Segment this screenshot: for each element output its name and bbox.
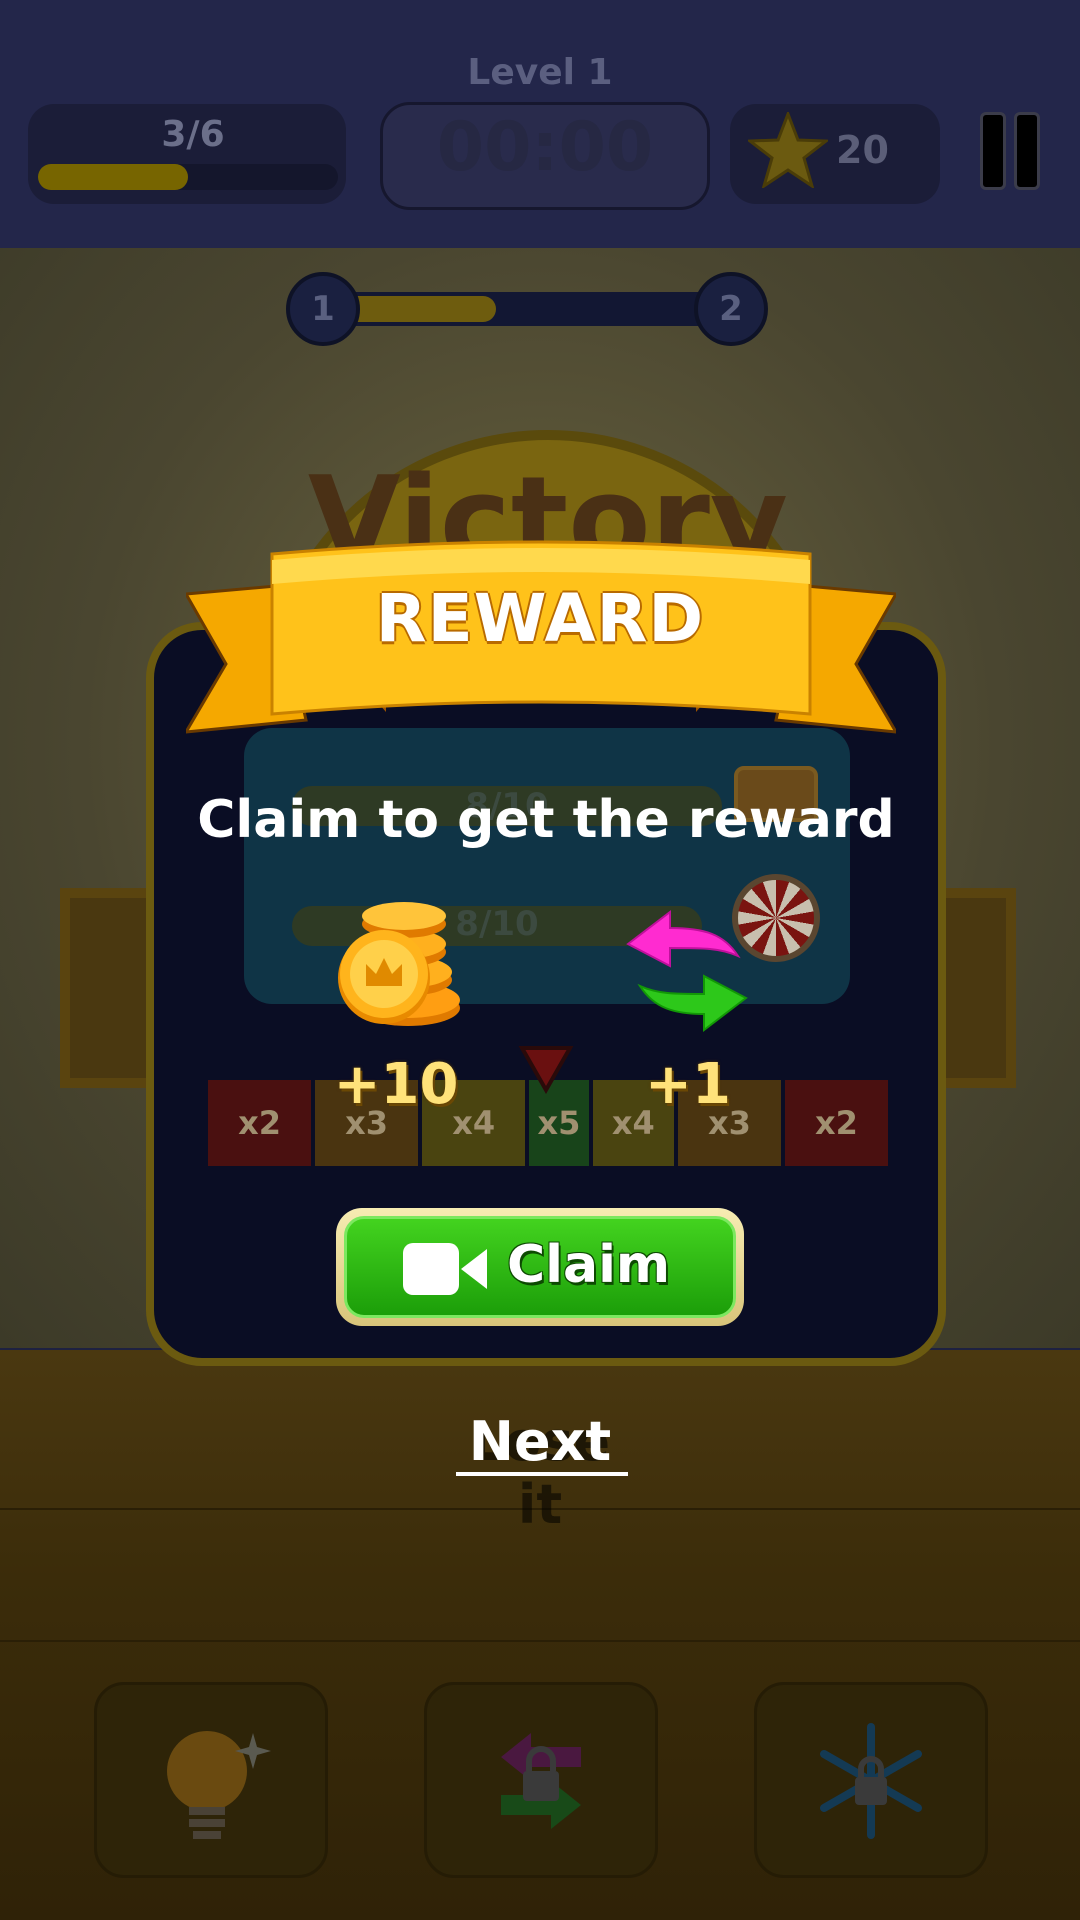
claim-button-face: Claim: [344, 1216, 736, 1318]
timer: 00:00: [436, 108, 654, 187]
plank-line: [0, 1640, 1080, 1642]
pause-bar-right: [1014, 112, 1040, 190]
pause-bar-left: [980, 112, 1006, 190]
tool-slot-hint[interactable]: [94, 1682, 328, 1878]
next-link[interactable]: Next: [440, 1410, 640, 1473]
multiplier-cell: x2: [208, 1080, 312, 1166]
lightbulb-icon: [167, 1731, 271, 1839]
swap-arrows-icon: [624, 908, 754, 1036]
swap-lock-icon: [501, 1733, 581, 1829]
stage-node-end: 2: [694, 272, 768, 346]
video-camera-icon: [403, 1243, 487, 1295]
claim-button[interactable]: Claim: [336, 1208, 744, 1326]
claim-label: Claim: [507, 1235, 671, 1295]
stage-node-start: 1: [286, 272, 360, 346]
coin-stack-icon: [310, 900, 470, 1034]
reward-subtitle: Claim to get the reward: [197, 790, 895, 850]
tool-slot-swap[interactable]: [424, 1682, 658, 1878]
multiplier-pointer-icon: [518, 1044, 574, 1098]
star-count: 20: [836, 128, 889, 172]
star-icon: [745, 109, 831, 192]
pause-button[interactable]: [980, 112, 1040, 190]
snowflake-lock-icon: [820, 1723, 922, 1839]
reward-title: REWARD: [375, 580, 705, 657]
coin-reward-amount: +10: [333, 1052, 459, 1117]
tool-slot-freeze[interactable]: [754, 1682, 988, 1878]
level-progress-fill: [38, 164, 188, 190]
multiplier-cell: x2: [784, 1080, 889, 1166]
level-title: Level 1: [467, 52, 613, 93]
level-progress-label: 3/6: [161, 114, 225, 155]
swap-reward-amount: +1: [645, 1052, 731, 1117]
next-underline: [456, 1472, 628, 1476]
